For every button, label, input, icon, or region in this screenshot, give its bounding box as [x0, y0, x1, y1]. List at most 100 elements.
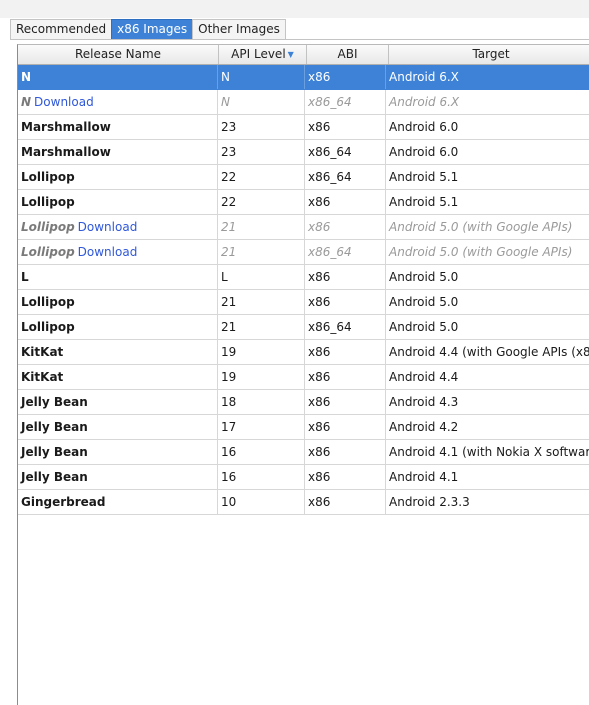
- column-header-target[interactable]: Target: [389, 45, 589, 64]
- release-name: Lollipop: [21, 170, 75, 184]
- column-header-api-level[interactable]: API Level ▼: [219, 45, 307, 64]
- abi-cell: x86: [305, 265, 386, 289]
- target-cell: Android 4.4 (with Google APIs (x8: [389, 345, 589, 359]
- release-name-cell: Lollipop: [18, 290, 218, 314]
- release-name: Lollipop: [21, 295, 75, 309]
- release-name-cell: Gingerbread: [18, 490, 218, 514]
- abi-cell: x86: [305, 290, 386, 314]
- table-row[interactable]: Jelly Bean 18 x86 Android 4.3: [18, 390, 589, 415]
- abi-cell: x86: [305, 415, 386, 439]
- api-level-cell: N: [218, 90, 305, 114]
- release-name: Lollipop: [21, 320, 75, 334]
- release-name-cell: Marshmallow: [18, 140, 218, 164]
- column-header-api-level-label: API Level: [231, 47, 286, 61]
- release-name: KitKat: [21, 345, 64, 359]
- table-row[interactable]: N Nx86 Android 6.X: [18, 65, 589, 90]
- api-level-cell: N: [218, 65, 305, 89]
- abi-cell: x86: [305, 440, 386, 464]
- sort-descending-icon: ▼: [287, 50, 294, 59]
- table-row[interactable]: Marshmallow 23 x86 Android 6.0: [18, 115, 589, 140]
- release-name-cell: Lollipop: [18, 190, 218, 214]
- api-level-cell: L: [218, 265, 305, 289]
- release-name-cell: Jelly Bean: [18, 440, 218, 464]
- tab-other-images[interactable]: Other Images: [192, 19, 286, 39]
- download-link[interactable]: Download: [78, 245, 138, 259]
- tab-x86-images[interactable]: x86 Images: [111, 19, 194, 39]
- abi-cell: x86_64: [305, 140, 386, 164]
- release-name: Jelly Bean: [21, 420, 88, 434]
- api-level-cell: 22: [218, 190, 305, 214]
- table-row[interactable]: Lollipop 22 x86_64 Android 5.1: [18, 165, 589, 190]
- table-header: Release Name API Level ▼ ABI Target: [18, 45, 589, 65]
- download-link[interactable]: Download: [34, 95, 94, 109]
- table-row[interactable]: Jelly Bean 16 x86 Android 4.1: [18, 465, 589, 490]
- release-name-cell: N Download: [18, 90, 218, 114]
- table-row[interactable]: Lollipop 22 x86 Android 5.1: [18, 190, 589, 215]
- abi-cell: x86: [305, 190, 386, 214]
- table-row[interactable]: N Download Nx86_64 Android 6.X: [18, 90, 589, 115]
- release-name-cell: Lollipop: [18, 315, 218, 339]
- release-name-cell: N: [18, 65, 218, 89]
- release-name-cell: Jelly Bean: [18, 415, 218, 439]
- release-name-cell: Jelly Bean: [18, 390, 218, 414]
- table-row[interactable]: Gingerbread 10 x86 Android 2.3.3: [18, 490, 589, 515]
- api-level-cell: 19: [218, 365, 305, 389]
- abi-cell: x86: [305, 465, 386, 489]
- abi-cell: x86: [305, 115, 386, 139]
- table-row[interactable]: Lollipop 21 x86 Android 5.0: [18, 290, 589, 315]
- target-cell: Android 6.X: [389, 95, 460, 109]
- release-name-cell: L: [18, 265, 218, 289]
- api-level-cell: 19: [218, 340, 305, 364]
- release-name: Jelly Bean: [21, 445, 88, 459]
- table-row[interactable]: Marshmallow 23 x86_64 Android 6.0: [18, 140, 589, 165]
- release-name: L: [21, 270, 29, 284]
- release-name-cell: Lollipop: [18, 165, 218, 189]
- abi-cell: x86: [305, 390, 386, 414]
- target-cell: Android 6.0: [389, 120, 459, 134]
- abi-cell: x86: [305, 65, 386, 89]
- release-name: Jelly Bean: [21, 470, 88, 484]
- column-header-release-name[interactable]: Release Name: [18, 45, 219, 64]
- table-row[interactable]: KitKat 19 x86 Android 4.4: [18, 365, 589, 390]
- top-band: [0, 0, 589, 18]
- release-name: Jelly Bean: [21, 395, 88, 409]
- abi-cell: x86_64: [305, 165, 386, 189]
- table-row[interactable]: KitKat 19 x86 Android 4.4 (with Google APIs…: [18, 340, 589, 365]
- release-name: KitKat: [21, 370, 64, 384]
- table-row[interactable]: Lollipop 21 x86_64 Android 5.0: [18, 315, 589, 340]
- abi-cell: x86: [305, 365, 386, 389]
- table-row[interactable]: L Lx86 Android 5.0: [18, 265, 589, 290]
- target-cell: Android 4.1: [389, 470, 459, 484]
- release-name-cell: Marshmallow: [18, 115, 218, 139]
- image-tabs: Recommended x86 Images Other Images: [10, 18, 286, 39]
- target-cell: Android 4.1 (with Nokia X softwar: [389, 445, 589, 459]
- target-cell: Android 4.4: [389, 370, 459, 384]
- target-cell: Android 5.0: [389, 270, 459, 284]
- release-name: Marshmallow: [21, 120, 111, 134]
- abi-cell: x86_64: [305, 240, 386, 264]
- table-row[interactable]: Jelly Bean 17 x86 Android 4.2: [18, 415, 589, 440]
- download-link[interactable]: Download: [78, 220, 138, 234]
- table-row[interactable]: Jelly Bean 16 x86 Android 4.1 (with Nokia X…: [18, 440, 589, 465]
- table-body: N Nx86 Android 6.X N Download Nx86_64 Android …: [18, 65, 589, 515]
- release-name: Lollipop: [21, 220, 75, 234]
- abi-cell: x86_64: [305, 315, 386, 339]
- target-cell: Android 6.X: [389, 70, 459, 84]
- release-name: N: [21, 95, 32, 109]
- api-level-cell: 10: [218, 490, 305, 514]
- release-name-cell: Lollipop Download: [18, 215, 218, 239]
- target-cell: Android 4.3: [389, 395, 459, 409]
- release-name-cell: Lollipop Download: [18, 240, 218, 264]
- abi-cell: x86: [305, 340, 386, 364]
- table-row[interactable]: Lollipop Download 21 x86 Android 5.0 (with G…: [18, 215, 589, 240]
- release-name-cell: Jelly Bean: [18, 465, 218, 489]
- target-cell: Android 5.0: [389, 320, 459, 334]
- tab-recommended[interactable]: Recommended: [10, 19, 113, 39]
- column-header-abi[interactable]: ABI: [307, 45, 389, 64]
- tab-divider: [10, 39, 589, 40]
- api-level-cell: 21: [218, 315, 305, 339]
- api-level-cell: 21: [218, 290, 305, 314]
- target-cell: Android 5.0 (with Google APIs): [389, 220, 573, 234]
- api-level-cell: 18: [218, 390, 305, 414]
- table-row[interactable]: Lollipop Download 21 x86_64 Android 5.0 (wit…: [18, 240, 589, 265]
